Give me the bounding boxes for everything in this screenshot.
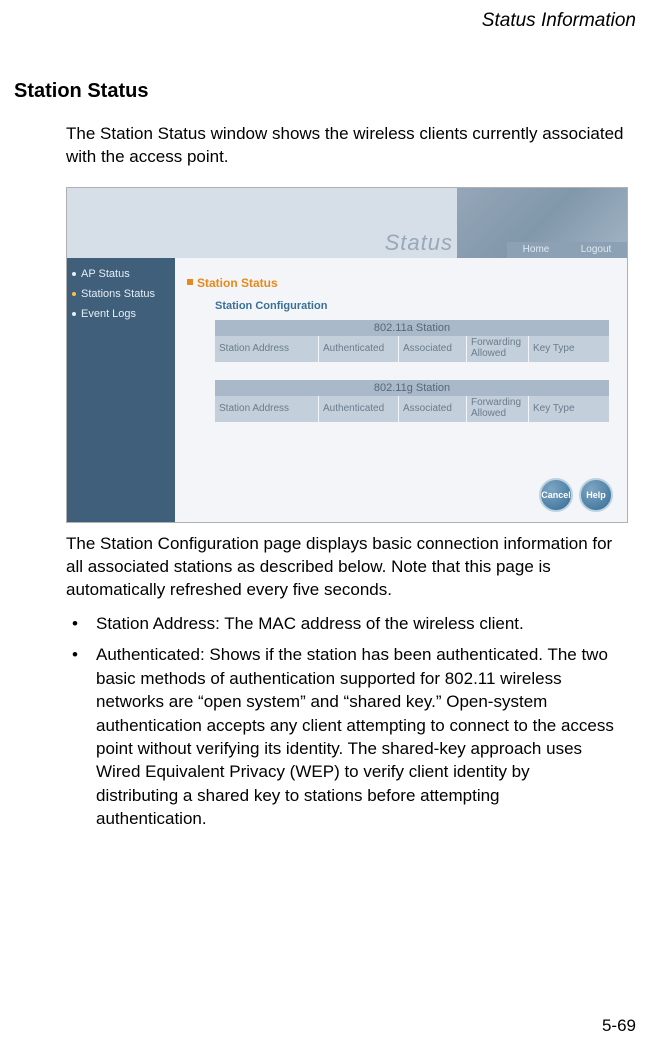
- list-item: • Station Address: The MAC address of th…: [66, 612, 632, 635]
- col-key-type: Key Type: [529, 396, 609, 422]
- home-link[interactable]: Home: [523, 244, 550, 255]
- cancel-button-label: Cancel: [541, 490, 571, 500]
- col-station-address: Station Address: [215, 396, 319, 422]
- sidebar-item-stations-status[interactable]: Stations Status: [67, 284, 175, 304]
- col-authenticated: Authenticated: [319, 396, 399, 422]
- bullet-text: Station Address: The MAC address of the …: [96, 612, 632, 635]
- banner-graphic: Home Logout: [457, 188, 627, 258]
- sidebar-item-event-logs[interactable]: Event Logs: [67, 304, 175, 324]
- page-number: 5-69: [602, 1016, 636, 1036]
- footer-buttons: Cancel Help: [539, 478, 613, 512]
- table-title: 802.11a Station: [215, 320, 609, 336]
- col-associated: Associated: [399, 396, 467, 422]
- col-station-address: Station Address: [215, 336, 319, 362]
- logout-link[interactable]: Logout: [581, 244, 612, 255]
- help-button[interactable]: Help: [579, 478, 613, 512]
- bullet-list: • Station Address: The MAC address of th…: [0, 602, 654, 831]
- page-header: Status Information: [0, 0, 654, 32]
- intro-paragraph: The Station Status window shows the wire…: [0, 103, 654, 169]
- sidebar-item-label: Stations Status: [81, 288, 155, 300]
- heading-bullet-icon: [187, 279, 193, 285]
- sidebar-item-label: Event Logs: [81, 308, 136, 320]
- cancel-button[interactable]: Cancel: [539, 478, 573, 512]
- list-item: • Authenticated: Shows if the station ha…: [66, 643, 632, 831]
- panel-heading-text: Station Status: [197, 276, 278, 290]
- after-paragraph: The Station Configuration page displays …: [0, 523, 654, 602]
- section-title: Station Status: [0, 32, 654, 103]
- col-forwarding-allowed: Forwarding Allowed: [467, 336, 529, 362]
- main-panel: Station Status Station Configuration 802…: [175, 258, 627, 522]
- screenshot-top-banner: Status Home Logout: [67, 188, 627, 258]
- col-forwarding-allowed: Forwarding Allowed: [467, 396, 529, 422]
- table-header-row: Station Address Authenticated Associated…: [215, 336, 609, 362]
- bullet-icon: •: [66, 643, 96, 831]
- panel-heading: Station Status: [187, 276, 615, 290]
- header-title: Status Information: [482, 10, 636, 31]
- col-authenticated: Authenticated: [319, 336, 399, 362]
- col-associated: Associated: [399, 336, 467, 362]
- bullet-text: Authenticated: Shows if the station has …: [96, 643, 632, 831]
- table-title: 802.11g Station: [215, 380, 609, 396]
- home-logout-bar: Home Logout: [507, 242, 627, 258]
- screenshot-figure: Status Home Logout AP Status Stations St…: [66, 187, 628, 523]
- table-header-row: Station Address Authenticated Associated…: [215, 396, 609, 422]
- col-key-type: Key Type: [529, 336, 609, 362]
- bullet-icon: •: [66, 612, 96, 635]
- sidebar-item-label: AP Status: [81, 268, 130, 280]
- help-button-label: Help: [586, 490, 606, 500]
- screenshot-body: AP Status Stations Status Event Logs Sta…: [67, 258, 627, 522]
- station-table-g: 802.11g Station Station Address Authenti…: [215, 380, 609, 422]
- sidebar: AP Status Stations Status Event Logs: [67, 258, 175, 522]
- banner-status-label: Status: [385, 230, 453, 256]
- sidebar-item-ap-status[interactable]: AP Status: [67, 264, 175, 284]
- station-table-a: 802.11a Station Station Address Authenti…: [215, 320, 609, 362]
- panel-subheading: Station Configuration: [215, 300, 615, 312]
